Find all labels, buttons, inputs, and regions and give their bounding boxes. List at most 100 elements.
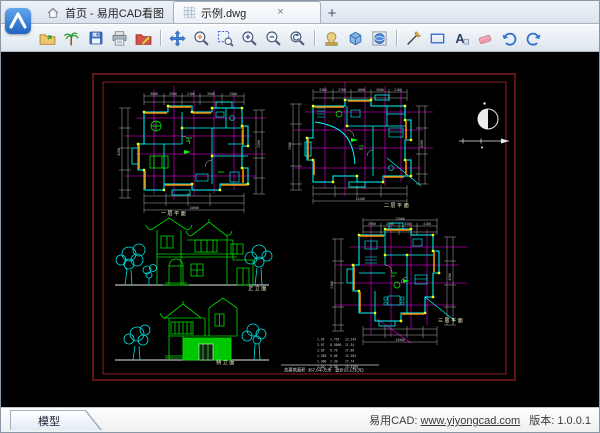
redo-icon — [526, 32, 541, 46]
zoom-previous-icon — [290, 30, 305, 46]
app-window: 首页 - 易用CAD看图 示例.dwg × + A 3600 3300 2100… — [0, 0, 600, 433]
tab-drawing[interactable]: 示例.dwg × — [173, 1, 321, 23]
plan3-walls — [346, 222, 456, 327]
area-table-row: 1.05 1.795 13.145 — [317, 338, 356, 342]
plan2-dim: 4200 — [420, 140, 424, 148]
tab-bar: 首页 - 易用CAD看图 示例.dwg × + — [1, 1, 599, 24]
plan1-dim: 3300 — [257, 140, 261, 148]
eraser-icon — [478, 34, 492, 44]
plan3-dim: 4100 — [423, 222, 431, 226]
plan3-dim: 5100 — [330, 281, 334, 289]
layers-cube-button[interactable] — [345, 28, 366, 49]
convert-icon — [135, 33, 152, 45]
plan2-columns — [305, 98, 413, 184]
area-table: 1.05 1.795 13.145 2.07 8.3008 11.34 3.05… — [317, 338, 358, 370]
plan1-wall-accents — [138, 106, 247, 189]
front-elevation — [115, 217, 273, 286]
print-button[interactable] — [109, 28, 130, 49]
plan1-dim: 2100 — [187, 92, 195, 96]
pan-button[interactable] — [167, 28, 188, 49]
svg-text:A: A — [455, 30, 464, 45]
plan3-furniture-green — [391, 272, 409, 289]
status-bar: 模型 易用CAD: www.yiyongcad.com 版本: 1.0.0.1 — [1, 407, 599, 432]
plan1-dim: 1500 — [229, 92, 237, 96]
status-right: 易用CAD: www.yiyongcad.com 版本: 1.0.0.1 — [369, 412, 599, 428]
zoom-out-icon — [266, 30, 281, 46]
open-file-icon — [39, 33, 56, 45]
tab-home[interactable]: 首页 - 易用CAD看图 — [37, 2, 173, 23]
zoom-extents-icon — [194, 30, 209, 46]
plan2-dim: 2100 — [394, 88, 402, 92]
toolbar-separator — [160, 30, 161, 46]
zoom-in-button[interactable] — [239, 28, 260, 49]
website-link[interactable]: www.yiyongcad.com — [421, 415, 521, 427]
annotate-stamp-icon — [325, 31, 338, 46]
zoom-window-button[interactable] — [215, 28, 236, 49]
plan2-title: 二层平面 — [384, 202, 410, 209]
cad-canvas[interactable]: 3600 3300 2100 3900 1500 15000 4200 3300 — [1, 52, 599, 407]
toolbar: A — [1, 24, 599, 52]
plan1-dim-total: 15000 — [189, 206, 199, 210]
undo-icon — [502, 32, 517, 46]
plan3-dim: 4500 — [448, 273, 452, 281]
zoom-window-icon — [217, 30, 234, 47]
tab-close-button[interactable]: × — [277, 7, 283, 18]
view-3d-icon — [372, 30, 387, 46]
drawing-frame — [92, 73, 516, 381]
north-symbol — [459, 102, 509, 149]
plan3-dim-total-top: 17000 — [395, 217, 405, 221]
floor-plan-1: 3600 3300 2100 3900 1500 15000 4200 3300 — [117, 86, 266, 213]
area-table-row: 3.05 9.76 17.06 — [317, 349, 354, 353]
open-file-button[interactable] — [37, 28, 58, 49]
new-tab-button[interactable]: + — [321, 3, 343, 23]
floor-plan-3: 17000 3900 2700 3300 4100 14400 5100 450… — [330, 217, 467, 345]
gallery-palm-button[interactable] — [61, 28, 82, 49]
redo-button[interactable] — [523, 28, 544, 49]
save-button[interactable] — [85, 28, 106, 49]
plan1-furniture-green — [149, 120, 224, 173]
gallery-palm-icon — [63, 32, 79, 45]
undo-button[interactable] — [499, 28, 520, 49]
app-logo-icon — [9, 12, 27, 29]
convert-button[interactable] — [133, 28, 154, 49]
floor-plan-2: 3300 2700 1800 3600 2100 14100 3900 4200 — [288, 82, 433, 204]
area-table-row: 1.305 5.06 12.363 — [317, 354, 356, 358]
plan1-walls — [131, 101, 249, 196]
tab-home-label: 首页 - 易用CAD看图 — [65, 7, 164, 20]
zoom-out-button[interactable] — [263, 28, 284, 49]
plan2-dim-total: 14100 — [355, 197, 365, 201]
plan2-dim: 3300 — [319, 88, 327, 92]
model-tab[interactable]: 模型 — [10, 410, 102, 430]
app-logo[interactable] — [5, 8, 31, 34]
view-3d-button[interactable] — [369, 28, 390, 49]
plan1-dim: 3600 — [150, 92, 158, 96]
zoom-previous-button[interactable] — [287, 28, 308, 49]
front-elevation-title: 正立面 — [248, 284, 268, 292]
eraser-button[interactable] — [475, 28, 496, 49]
plan3-dim: 3300 — [404, 222, 412, 226]
layers-cube-icon — [349, 31, 362, 45]
summary-text: 总建筑面积 367.6平方米 造价23.1万(元) — [284, 367, 364, 374]
plan1-dim: 4200 — [117, 148, 121, 156]
draw-line-button[interactable] — [403, 28, 424, 49]
draw-line-icon — [407, 30, 421, 45]
draw-rect-icon — [430, 33, 445, 43]
pan-icon — [169, 29, 186, 47]
annotate-stamp-button[interactable] — [321, 28, 342, 49]
draw-text-icon: A — [455, 30, 469, 45]
draw-text-button[interactable]: A — [451, 28, 472, 49]
zoom-extents-button[interactable] — [191, 28, 212, 49]
toolbar-separator — [396, 30, 397, 46]
draw-rect-button[interactable] — [427, 28, 448, 49]
plan2-dim: 3900 — [288, 142, 292, 150]
model-tab-label: 模型 — [38, 415, 60, 428]
front-elevation-house — [145, 217, 254, 286]
plan2-dim: 1800 — [357, 88, 365, 92]
version-value: 1.0.0.1 — [557, 415, 591, 427]
drawing-file-icon — [183, 6, 196, 19]
plan2-dim: 3600 — [376, 88, 384, 92]
plan1-dim: 3900 — [207, 92, 215, 96]
garage-door — [198, 343, 214, 361]
version-label: 版本: — [529, 415, 555, 427]
print-icon — [112, 30, 127, 46]
